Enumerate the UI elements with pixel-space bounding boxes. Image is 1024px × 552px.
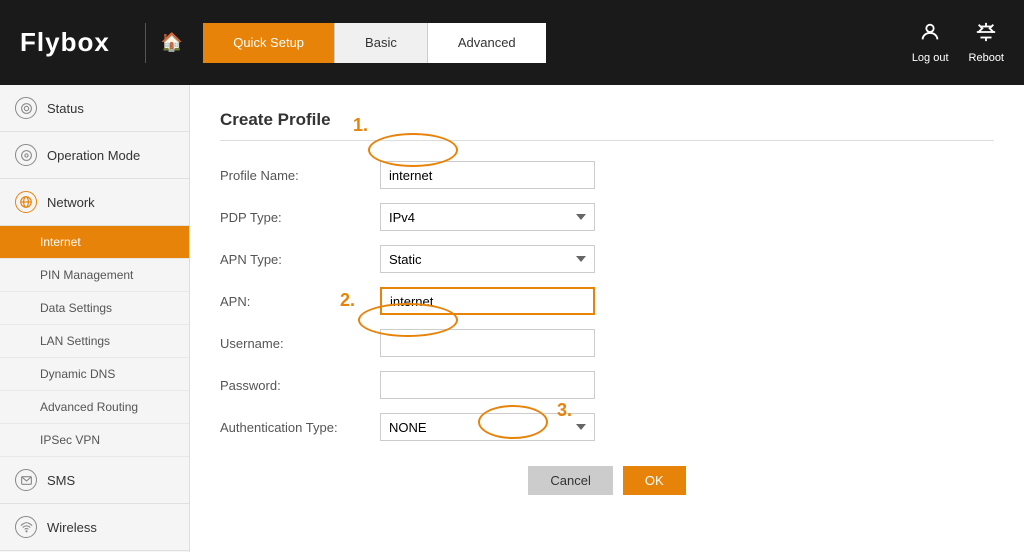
header: Flybox 🏠 Quick Setup Basic Advanced Log … bbox=[0, 0, 1024, 85]
form-row-password: Password: bbox=[220, 371, 994, 399]
label-apn: APN: bbox=[220, 294, 380, 309]
ok-button[interactable]: OK bbox=[623, 466, 686, 495]
form-row-apn-type: APN Type: Static Dynamic bbox=[220, 245, 994, 273]
wireless-icon bbox=[15, 516, 37, 538]
form-buttons: Cancel OK bbox=[220, 466, 994, 495]
form-row-profile-name: Profile Name: bbox=[220, 161, 994, 189]
main-layout: Status Operation Mode Network Internet bbox=[0, 85, 1024, 552]
status-icon bbox=[15, 97, 37, 119]
tab-basic[interactable]: Basic bbox=[334, 23, 427, 63]
sidebar-item-label-network: Network bbox=[47, 195, 95, 210]
label-profile-name: Profile Name: bbox=[220, 168, 380, 183]
sidebar-item-status[interactable]: Status bbox=[0, 85, 189, 132]
sidebar-item-label-status: Status bbox=[47, 101, 84, 116]
form-row-auth-type: Authentication Type: NONE PAP CHAP PAP o… bbox=[220, 413, 994, 441]
form-row-pdp-type: PDP Type: IPv4 IPv6 IPv4v6 bbox=[220, 203, 994, 231]
form-row-apn: APN: bbox=[220, 287, 994, 315]
home-icon[interactable]: 🏠 bbox=[161, 32, 183, 53]
network-icon bbox=[15, 191, 37, 213]
sidebar-item-label-operation-mode: Operation Mode bbox=[47, 148, 140, 163]
sidebar-sub-item-dynamic-dns[interactable]: Dynamic DNS bbox=[0, 358, 189, 391]
tab-quick-setup[interactable]: Quick Setup bbox=[203, 23, 334, 63]
pdp-type-select[interactable]: IPv4 IPv6 IPv4v6 bbox=[380, 203, 595, 231]
create-profile-form: Profile Name: PDP Type: IPv4 IPv6 IPv4v6… bbox=[220, 161, 994, 495]
sidebar-sub-item-pin-management[interactable]: PIN Management bbox=[0, 259, 189, 292]
apn-type-select[interactable]: Static Dynamic bbox=[380, 245, 595, 273]
logout-label: Log out bbox=[912, 52, 949, 64]
operation-mode-icon bbox=[15, 144, 37, 166]
sidebar-sub-item-lan-settings[interactable]: LAN Settings bbox=[0, 325, 189, 358]
page-title: Create Profile bbox=[220, 110, 994, 141]
apn-input[interactable] bbox=[380, 287, 595, 315]
sidebar-sub-item-advanced-routing[interactable]: Advanced Routing bbox=[0, 391, 189, 424]
profile-name-input[interactable] bbox=[380, 161, 595, 189]
sidebar-item-network[interactable]: Network bbox=[0, 179, 189, 226]
label-username: Username: bbox=[220, 336, 380, 351]
sidebar-sub-item-ipsec-vpn[interactable]: IPSec VPN bbox=[0, 424, 189, 457]
sidebar-sub-item-data-settings[interactable]: Data Settings bbox=[0, 292, 189, 325]
label-password: Password: bbox=[220, 378, 380, 393]
sidebar-item-label-wireless: Wireless bbox=[47, 520, 97, 535]
label-pdp-type: PDP Type: bbox=[220, 210, 380, 225]
label-apn-type: APN Type: bbox=[220, 252, 380, 267]
sidebar-item-sms[interactable]: SMS bbox=[0, 457, 189, 504]
logout-icon bbox=[919, 21, 941, 49]
auth-type-select[interactable]: NONE PAP CHAP PAP or CHAP bbox=[380, 413, 595, 441]
reboot-icon bbox=[975, 21, 997, 49]
sms-icon bbox=[15, 469, 37, 491]
logout-button[interactable]: Log out bbox=[912, 21, 949, 64]
sidebar-item-operation-mode[interactable]: Operation Mode bbox=[0, 132, 189, 179]
sidebar-sub-item-internet[interactable]: Internet bbox=[0, 226, 189, 259]
label-auth-type: Authentication Type: bbox=[220, 420, 380, 435]
header-tabs: Quick Setup Basic Advanced bbox=[203, 23, 545, 63]
header-actions: Log out Reboot bbox=[912, 21, 1004, 64]
sidebar: Status Operation Mode Network Internet bbox=[0, 85, 190, 552]
content-area: Create Profile Profile Name: PDP Type: I… bbox=[190, 85, 1024, 552]
password-input[interactable] bbox=[380, 371, 595, 399]
logo: Flybox bbox=[20, 27, 130, 58]
sidebar-item-label-sms: SMS bbox=[47, 473, 75, 488]
tab-advanced[interactable]: Advanced bbox=[427, 23, 546, 63]
sidebar-item-wireless[interactable]: Wireless bbox=[0, 504, 189, 551]
header-divider bbox=[145, 23, 146, 63]
reboot-label: Reboot bbox=[969, 52, 1004, 64]
reboot-button[interactable]: Reboot bbox=[969, 21, 1004, 64]
form-row-username: Username: bbox=[220, 329, 994, 357]
username-input[interactable] bbox=[380, 329, 595, 357]
cancel-button[interactable]: Cancel bbox=[528, 466, 612, 495]
content-wrapper: Create Profile Profile Name: PDP Type: I… bbox=[220, 110, 994, 495]
